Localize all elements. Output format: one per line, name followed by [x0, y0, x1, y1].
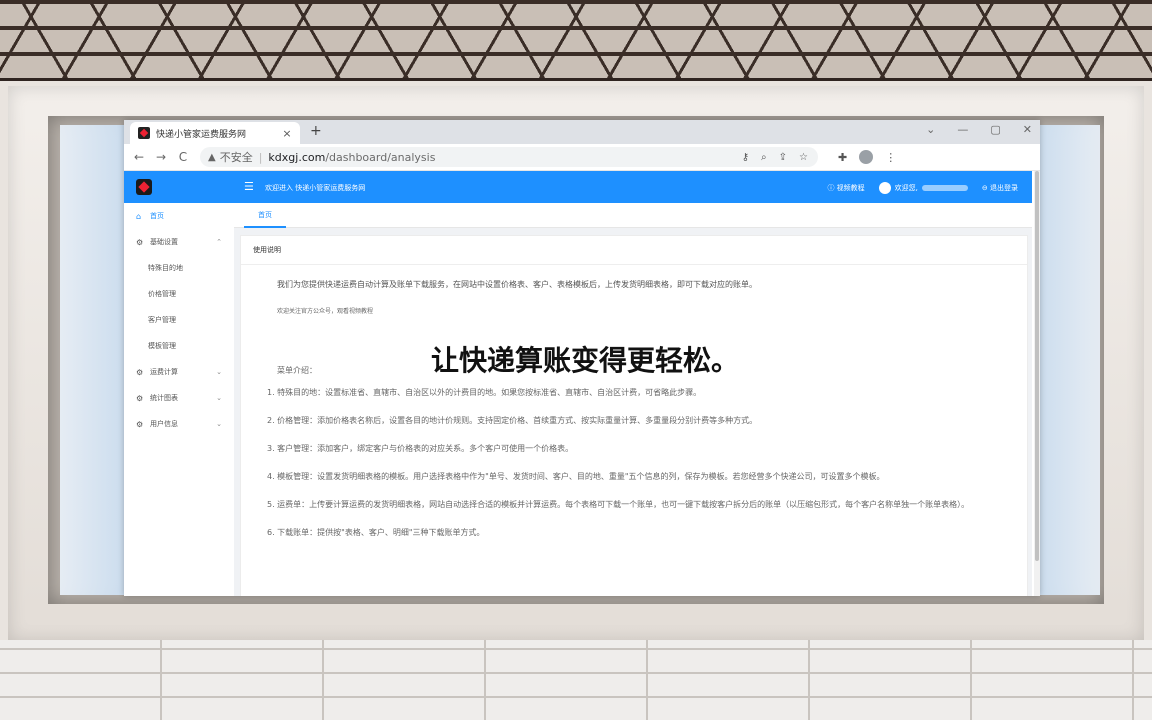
sidebar-item-price-management[interactable]: 价格管理: [124, 281, 234, 307]
card-title: 使用说明: [241, 236, 1027, 265]
calc-icon: ⚙: [136, 367, 144, 377]
menu-icon[interactable]: ⋮: [885, 151, 896, 164]
sidebar-item-label: 运费计算: [150, 368, 178, 376]
follow-text: 欢迎关注官方公众号，观看视频教程: [277, 308, 374, 315]
insecure-label: 不安全: [219, 151, 253, 164]
page-scrollbar[interactable]: [1034, 171, 1040, 596]
screen-glow-left: [60, 125, 126, 595]
url-separator: |: [258, 150, 263, 164]
sidebar-item-basic-settings[interactable]: ⚙ 基础设置 ⌃: [124, 229, 234, 255]
welcome-text: 欢迎进入 快递小管家运费服务网: [265, 184, 366, 192]
video-tutorial-link[interactable]: ⓘ 视频教程: [827, 183, 864, 193]
sidebar-item-template-management[interactable]: 模板管理: [124, 333, 234, 359]
warning-icon[interactable]: ▲: [208, 152, 216, 163]
page-tabs: 首页: [234, 203, 1032, 228]
sidebar-item-label: 用户信息: [150, 420, 178, 428]
tab-search-icon[interactable]: ⌄: [926, 123, 935, 136]
browser-tabbar: 快递小管家运费服务网 × + ⌄ — ▢ ✕: [124, 120, 1040, 144]
settings-icon: ⚙: [136, 237, 144, 247]
chevron-down-icon: ⌄: [216, 420, 222, 428]
sidebar-item-label: 基础设置: [150, 238, 178, 246]
sidebar-item-freight-calc[interactable]: ⚙ 运费计算 ⌄: [124, 359, 234, 385]
chevron-up-icon: ⌃: [216, 238, 222, 246]
menu-list: 1. 特殊目的地：设置标准省、直辖市、自治区以外的计费目的地。如果您按标准省、直…: [267, 386, 1013, 540]
menu-toggle-icon[interactable]: ☰: [244, 180, 254, 193]
user-greeting: 欢迎您,: [878, 182, 968, 194]
close-window-icon[interactable]: ✕: [1023, 123, 1032, 136]
list-item: 1. 特殊目的地：设置标准省、直辖市、自治区以外的计费目的地。如果您按标准省、直…: [267, 388, 702, 397]
maximize-icon[interactable]: ▢: [990, 123, 1000, 136]
forward-icon[interactable]: →: [150, 150, 172, 164]
site-favicon-icon: [138, 127, 150, 139]
star-icon[interactable]: ☆: [799, 152, 808, 163]
minimize-icon[interactable]: —: [957, 123, 968, 136]
intro-text: 我们为您提供快递运费自动计算及账单下载服务，在网站中设置价格表、客户、表格模板后…: [277, 280, 757, 289]
new-tab-button[interactable]: +: [310, 123, 322, 139]
extension-icons: ✚ ⋮: [838, 150, 896, 164]
slogan-overlay: 让快递算账变得更轻松。: [431, 344, 740, 377]
sidebar-item-user-info[interactable]: ⚙ 用户信息 ⌄: [124, 411, 234, 437]
share-icon[interactable]: ⇪: [779, 152, 787, 163]
url-host: kdxgj.com: [268, 150, 326, 164]
key-icon[interactable]: ⚷: [742, 152, 749, 163]
sidebar-item-customer-management[interactable]: 客户管理: [124, 307, 234, 333]
tab-close-icon[interactable]: ×: [280, 127, 294, 140]
user-avatar: [878, 182, 891, 194]
home-icon: ⌂: [136, 211, 142, 221]
address-bar: ← → C ▲ 不安全 | kdxgj.com /dashboard/analy…: [124, 144, 1040, 171]
room-floor: [0, 640, 1152, 720]
chart-icon: ⚙: [136, 393, 144, 403]
room-ceiling: [0, 0, 1152, 81]
sidebar-item-stats[interactable]: ⚙ 统计图表 ⌄: [124, 385, 234, 411]
browser-window: 快递小管家运费服务网 × + ⌄ — ▢ ✕ ← → C ▲ 不安全 | kdx…: [124, 120, 1040, 596]
instructions-card: 使用说明 我们为您提供快递运费自动计算及账单下载服务，在网站中设置价格表、客户、…: [240, 235, 1028, 596]
card-body: 我们为您提供快递运费自动计算及账单下载服务，在网站中设置价格表、客户、表格模板后…: [241, 265, 1027, 564]
sidebar-item-label: 统计图表: [150, 394, 178, 402]
zoom-icon[interactable]: ⌕: [761, 152, 767, 163]
reload-icon[interactable]: C: [172, 150, 194, 164]
screen-glow-right: [1036, 125, 1100, 595]
profile-icon[interactable]: [859, 150, 874, 164]
omnibox-icons: ⚷ ⌕ ⇪ ☆: [742, 152, 818, 163]
sidebar-item-home[interactable]: ⌂ 首页: [124, 203, 234, 229]
chevron-down-icon: ⌄: [216, 394, 222, 402]
chevron-down-icon: ⌄: [216, 368, 222, 376]
scrollbar-thumb[interactable]: [1035, 171, 1039, 561]
sidebar: ⌂ 首页 ⚙ 基础设置 ⌃ 特殊目的地 价格管理 客户管理 模板管理 ⚙ 运费计…: [124, 203, 235, 596]
app-header: ☰ 欢迎进入 快递小管家运费服务网 ⓘ 视频教程 欢迎您, ⊖ 退出登录: [124, 171, 1032, 203]
sidebar-item-special-destination[interactable]: 特殊目的地: [124, 255, 234, 281]
list-item: 4. 模板管理：设置发货明细表格的模板。用户选择表格中作为"单号、发货时间、客户…: [267, 472, 885, 481]
browser-tab[interactable]: 快递小管家运费服务网 ×: [130, 122, 300, 144]
logout-button[interactable]: ⊖ 退出登录: [982, 183, 1018, 193]
user-icon: ⚙: [136, 419, 144, 429]
tab-home[interactable]: 首页: [244, 203, 286, 228]
puzzle-icon[interactable]: ✚: [838, 151, 847, 164]
app-logo[interactable]: [136, 179, 152, 195]
window-controls: ⌄ — ▢ ✕: [926, 123, 1032, 136]
blurred-username: [921, 185, 968, 191]
tab-title: 快递小管家运费服务网: [156, 129, 247, 140]
list-item: 5. 运费单：上传要计算运费的发货明细表格，网站自动选择合适的模板并计算运费。每…: [267, 500, 970, 509]
sidebar-item-label: 首页: [150, 212, 164, 220]
header-right: ⓘ 视频教程 欢迎您, ⊖ 退出登录: [827, 182, 1018, 194]
url-path: /dashboard/analysis: [325, 150, 436, 164]
list-item: 2. 价格管理：添加价格表名称后，设置各目的地计价规则。支持固定价格、首续重方式…: [267, 416, 758, 425]
main-content: 首页 使用说明 我们为您提供快递运费自动计算及账单下载服务，在网站中设置价格表、…: [234, 203, 1032, 596]
list-item: 6. 下载账单：提供按"表格、客户、明细"三种下载账单方式。: [267, 528, 485, 537]
greeting-text: 欢迎您,: [894, 184, 918, 192]
url-input[interactable]: ▲ 不安全 | kdxgj.com /dashboard/analysis ⚷ …: [200, 147, 818, 167]
back-icon[interactable]: ←: [128, 150, 150, 164]
list-item: 3. 客户管理：添加客户，绑定客户与价格表的对应关系。多个客户可使用一个价格表。: [267, 444, 574, 453]
